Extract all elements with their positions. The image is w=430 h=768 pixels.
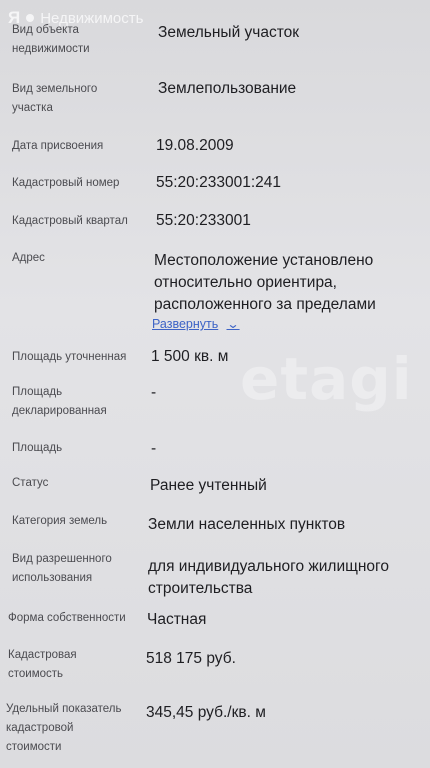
field-value: Земли населенных пунктов (148, 516, 346, 533)
brand-logo: Я Недвижимость (8, 8, 143, 28)
field-label: Кадастровый квартал (12, 215, 128, 227)
field-label: Удельный показатель кадастровой стоимост… (6, 703, 122, 753)
field-label: Вид земельного участка (12, 83, 98, 114)
field-value: 345,45 руб./кв. м (146, 704, 266, 721)
expand-label: Развернуть (152, 317, 219, 331)
field-value: Землепользование (158, 80, 297, 97)
field-label: Кадастровый номер (12, 177, 120, 189)
field-value: Частная (147, 611, 207, 628)
brand-name: Недвижимость (40, 9, 144, 27)
brand-dot-icon (26, 14, 35, 22)
expand-address-link[interactable]: Развернуть ⌄ (152, 317, 240, 331)
field-value: 55:20:233001 (156, 212, 251, 229)
field-value: Местоположение установлено относительно … (154, 252, 376, 313)
field-label: Площадь (12, 442, 63, 454)
field-label: Категория земель (12, 515, 108, 527)
etagi-watermark: etagi (240, 345, 413, 413)
field-label: Площадь декларированная (12, 386, 107, 417)
field-value: Земельный участок (158, 24, 300, 41)
field-label: Площадь уточненная (12, 351, 127, 363)
field-value: 55:20:233001:241 (156, 174, 281, 191)
field-label: Вид разрешенного использования (12, 553, 112, 584)
chevron-down-icon: ⌄ (226, 317, 240, 331)
field-label: Статус (12, 477, 49, 489)
field-value: - (151, 440, 157, 457)
field-value: 19.08.2009 (156, 137, 234, 154)
field-value: 518 175 руб. (146, 650, 236, 667)
field-label: Форма собственности (8, 612, 126, 624)
field-label: Дата присвоения (12, 140, 104, 152)
field-label: Адрес (12, 252, 45, 264)
yandex-logo: Я (8, 8, 21, 27)
field-value: для индивидуального жилищного строительс… (148, 558, 389, 597)
field-label: Кадастровая стоимость (8, 649, 77, 680)
field-value: Ранее учтенный (150, 477, 267, 494)
